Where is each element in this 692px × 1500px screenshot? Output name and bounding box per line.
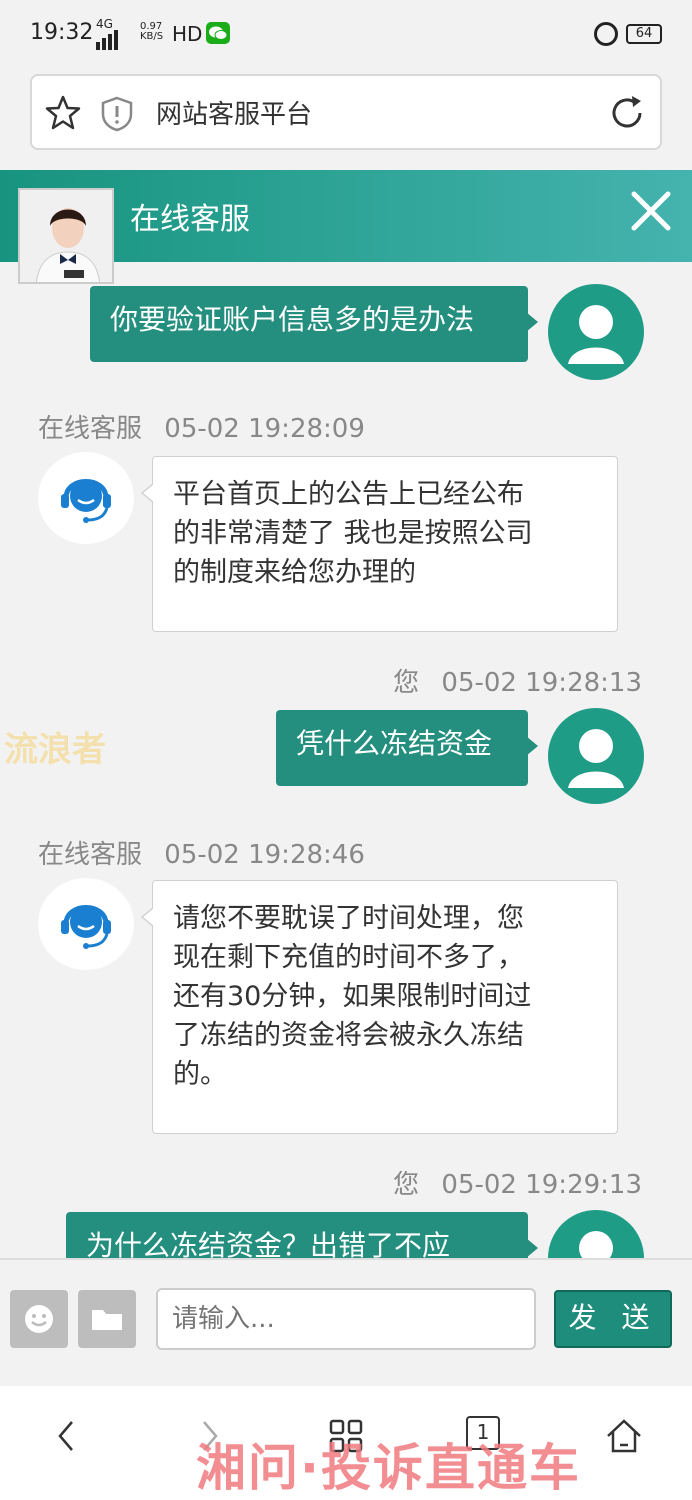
message-meta: 您 05-02 19:28:13: [393, 662, 642, 699]
message-text: 你要验证账户信息多的是办法: [110, 303, 475, 336]
user-message-bubble: 凭什么冻结资金: [276, 710, 538, 786]
agent-avatar-icon: [38, 452, 134, 544]
folder-icon[interactable]: [78, 1290, 136, 1348]
home-icon[interactable]: [604, 1416, 644, 1456]
agent-avatar-icon: [38, 878, 134, 970]
battery-indicator: 64: [626, 24, 662, 44]
user-avatar-icon: [548, 708, 644, 804]
hd-indicator: HD: [172, 22, 203, 46]
message-meta: 在线客服 05-02 19:28:46: [38, 834, 365, 871]
message-time: 05-02 19:29:13: [441, 1170, 642, 1200]
send-button[interactable]: 发 送: [554, 1290, 672, 1348]
user-message-bubble: 你要验证账户信息多的是办法: [90, 286, 538, 362]
status-time: 19:32: [30, 20, 94, 45]
message-meta: 在线客服 05-02 19:28:09: [38, 408, 365, 445]
message-composer: 发 送: [0, 1258, 692, 1384]
user-avatar-icon: [548, 1210, 644, 1258]
message-time: 05-02 19:28:13: [441, 668, 642, 698]
shield-icon[interactable]: [100, 96, 134, 132]
close-icon[interactable]: [628, 188, 674, 234]
network-indicator: 4G: [96, 17, 118, 50]
user-avatar-icon: [548, 284, 644, 380]
message-line: 请您不要耽误了时间处理，您: [173, 903, 524, 934]
message-line: 现在剩下充值的时间不多了，: [173, 942, 524, 973]
network-speed: 0.97 KB/S: [140, 21, 164, 42]
message-line: 的非常清楚了 我也是按照公司: [173, 518, 533, 549]
agent-message-bubble: 请您不要耽误了时间处理，您 现在剩下充值的时间不多了， 还有30分钟，如果限制时…: [141, 880, 618, 1134]
chat-header: 在线客服: [0, 170, 692, 284]
network-type: 4G: [96, 17, 113, 31]
signal-icon: [96, 30, 118, 50]
message-line: 了冻结的资金将会被永久冻结: [173, 1020, 524, 1051]
wechat-icon: [206, 22, 230, 44]
back-icon[interactable]: [48, 1416, 88, 1456]
message-line: 还有30分钟，如果限制时间过: [173, 981, 532, 1012]
message-text: 为什么冻结资金？出错了不应: [86, 1229, 451, 1258]
chat-message-list[interactable]: 你要验证账户信息多的是办法 在线客服 05-02 19:28:09 平台首页上的…: [0, 262, 692, 1258]
chat-title: 在线客服: [130, 202, 250, 237]
message-text: 凭什么冻结资金: [296, 727, 493, 760]
sender-name: 在线客服: [38, 414, 143, 444]
status-bar: 19:32 4G 0.97 KB/S HD 64: [0, 0, 692, 70]
message-line: 平台首页上的公告上已经公布: [173, 479, 524, 510]
alarm-icon: [594, 22, 618, 46]
emoji-icon[interactable]: [10, 1290, 68, 1348]
message-time: 05-02 19:28:09: [164, 414, 365, 444]
message-line: 的制度来给您办理的: [173, 557, 416, 588]
message-time: 05-02 19:28:46: [164, 840, 365, 870]
sender-name: 您: [393, 1170, 420, 1200]
message-meta: 您 05-02 19:29:13: [393, 1164, 642, 1201]
message-input[interactable]: [156, 1288, 536, 1350]
agent-message-bubble: 平台首页上的公告上已经公布 的非常清楚了 我也是按照公司 的制度来给您办理的: [141, 456, 618, 632]
browser-address-bar[interactable]: 网站客服平台: [30, 74, 662, 150]
watermark-logo-text: 湘问·投诉直通车: [196, 1439, 581, 1497]
page-title: 网站客服平台: [156, 100, 313, 130]
user-message-bubble: 为什么冻结资金？出错了不应: [66, 1212, 538, 1258]
watermark-text: 流浪者: [4, 730, 106, 770]
sender-name: 在线客服: [38, 840, 143, 870]
sender-name: 您: [393, 668, 420, 698]
star-icon[interactable]: [44, 94, 82, 132]
reload-icon[interactable]: [608, 94, 646, 132]
message-line: 的。: [173, 1059, 227, 1090]
